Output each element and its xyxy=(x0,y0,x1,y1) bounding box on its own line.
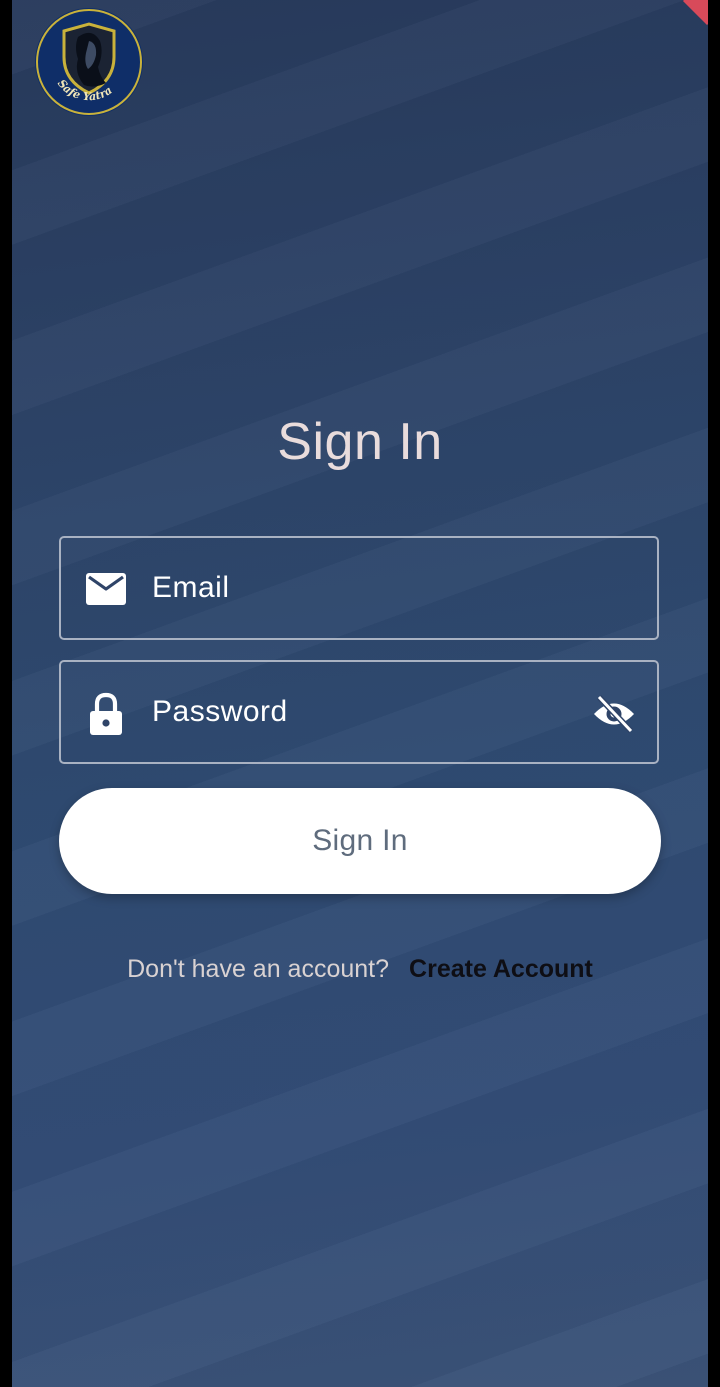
lock-icon xyxy=(85,692,127,735)
create-account-link[interactable]: Create Account xyxy=(409,955,593,983)
sign-in-button[interactable]: Sign In xyxy=(59,788,661,894)
email-field[interactable]: Email xyxy=(59,536,659,640)
no-account-prompt: Don't have an account? xyxy=(127,955,390,983)
envelope-icon xyxy=(85,568,127,610)
create-account-row: Don't have an account? Create Account xyxy=(12,955,708,984)
sign-in-screen: Safe Yatra Sign In Email Password Sign I… xyxy=(12,0,708,1387)
page-title: Sign In xyxy=(277,413,443,471)
app-logo: Safe Yatra xyxy=(34,7,144,117)
corner-accent xyxy=(682,0,708,26)
password-placeholder: Password xyxy=(152,695,288,728)
email-placeholder: Email xyxy=(152,571,230,604)
eye-off-icon[interactable] xyxy=(591,692,637,736)
password-field[interactable]: Password xyxy=(59,660,659,764)
